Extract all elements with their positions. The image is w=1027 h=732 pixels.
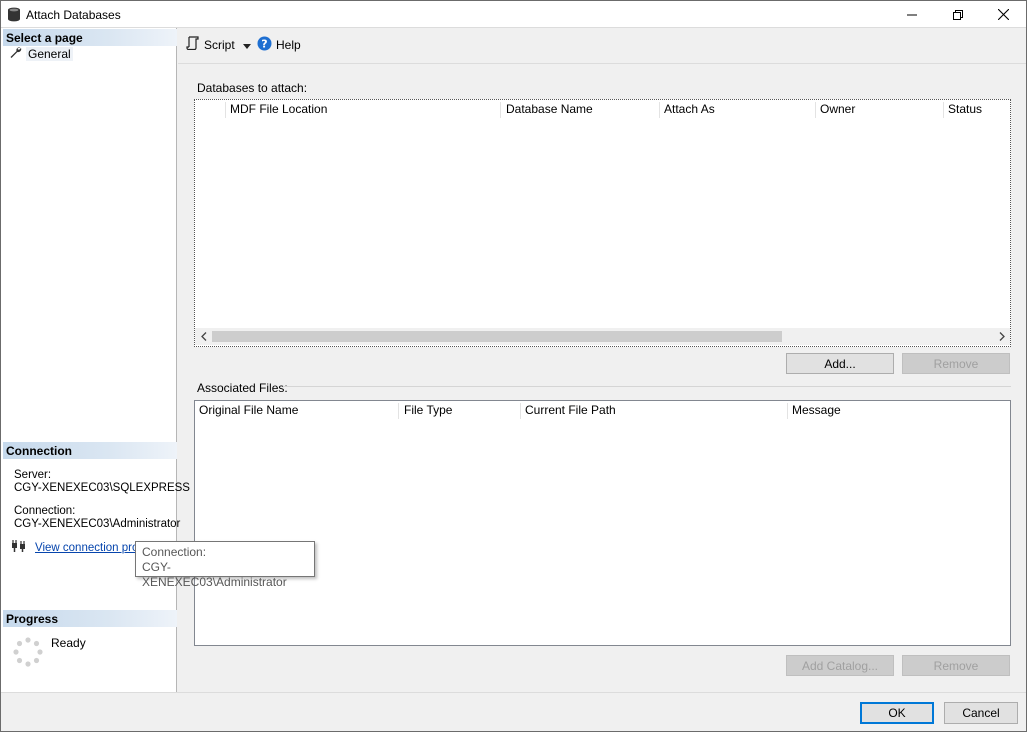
connection-info: Connection: CGY-XENEXEC03\Administrator [14,505,180,531]
cancel-button[interactable]: Cancel [944,702,1018,724]
svg-text:?: ? [261,38,267,51]
view-connection-link[interactable]: View connection properties [35,542,145,554]
help-button[interactable]: ? Help [257,36,301,54]
tooltip-line-2: CGY-XENEXEC03\Administrator [142,560,287,589]
column-header-select[interactable] [195,102,226,118]
help-icon: ? [257,36,272,54]
remove-database-button[interactable]: Remove [902,353,1010,374]
minimize-icon [907,14,917,15]
restore-button[interactable] [935,1,981,28]
add-catalog-button[interactable]: Add Catalog... [786,655,894,676]
close-button[interactable] [980,1,1026,28]
scroll-right-icon[interactable] [993,331,1010,342]
column-header[interactable]: Status [944,102,1009,118]
connection-tooltip: Connection: CGY-XENEXEC03\Administrator [135,541,315,589]
associated-files-list[interactable]: Original File Name File Type Current Fil… [194,400,1011,646]
page-item-label: General [26,47,73,61]
column-header[interactable]: Message [788,403,1010,419]
chevron-down-icon[interactable] [242,38,251,52]
scroll-left-icon[interactable] [195,331,212,342]
attach-databases-dialog: Attach Databases Select a page General C… [0,0,1027,732]
help-label: Help [276,38,301,52]
close-icon [997,9,1009,20]
plug-icon [11,539,27,556]
server-label: Server: [14,469,52,481]
associated-files-label: Associated Files: [197,381,288,395]
window-title: Attach Databases [26,8,121,22]
spinner-icon [12,636,44,668]
column-header[interactable]: Database Name [502,102,660,118]
horizontal-scrollbar[interactable] [195,328,1010,345]
ok-button[interactable]: OK [860,702,934,724]
connection-value: CGY-XENEXEC03\Administrator [14,518,181,530]
column-header[interactable]: File Type [400,403,521,419]
server-info: Server: CGY-XENEXEC03\SQLEXPRESS [14,469,190,495]
progress-header: Progress [3,610,177,627]
script-icon [186,36,200,53]
script-button[interactable]: Script [186,36,251,53]
connection-header: Connection [3,442,177,459]
minimize-button[interactable] [889,1,935,28]
page-item-general[interactable]: General [9,46,73,62]
column-header[interactable]: MDF File Location [226,102,501,118]
title-bar: Attach Databases [1,1,1026,28]
wrench-icon [9,46,22,62]
toolbar: Script ? Help [178,28,1026,64]
databases-list[interactable]: MDF File Location Database Name Attach A… [194,99,1011,347]
column-header[interactable]: Current File Path [521,403,788,419]
database-icon [7,7,21,22]
section-divider [283,386,1011,387]
server-value: CGY-XENEXEC03\SQLEXPRESS [14,482,190,494]
databases-to-attach-label: Databases to attach: [197,81,308,95]
column-header[interactable]: Owner [816,102,944,118]
add-database-button[interactable]: Add... [786,353,894,374]
view-connection-properties: View connection properties [11,539,145,556]
select-page-header: Select a page [3,29,177,46]
left-pane: Select a page General Connection Server:… [1,28,190,692]
restore-icon [953,9,963,20]
connection-label: Connection: [14,505,76,517]
tooltip-line-1: Connection: [142,545,207,559]
progress-status: Ready [51,636,86,650]
script-label: Script [204,37,235,52]
remove-file-button[interactable]: Remove [902,655,1010,676]
scrollbar-thumb[interactable] [212,331,782,342]
column-header[interactable]: Original File Name [195,403,399,419]
column-header[interactable]: Attach As [660,102,816,118]
